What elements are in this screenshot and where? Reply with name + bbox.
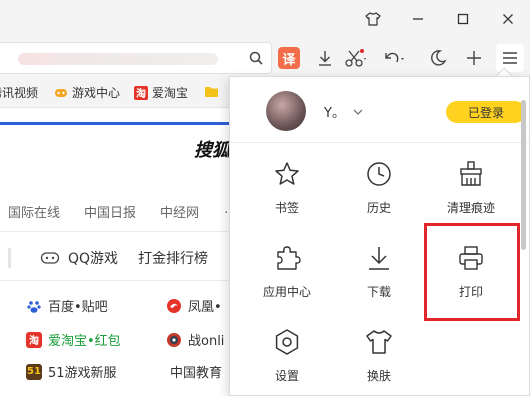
bookmark-label: 爱淘宝 [152,86,189,100]
night-mode-icon[interactable] [426,46,450,70]
nav-link[interactable]: 国际在线 [8,202,60,221]
menu-item-skin[interactable]: 换肤 [334,315,424,391]
menu-item-label: 设置 [274,369,299,383]
baidu-icon [26,298,42,314]
site-label: 战onli [188,334,225,349]
bookmark-label: 腾讯视频 [0,86,39,100]
taobao-icon: 淘 [26,331,42,348]
site-label: 爱淘宝•红包 [48,334,121,349]
bookmark-taobao[interactable]: 淘 爱淘宝 [134,84,188,101]
download-icon[interactable] [313,46,337,70]
menu-item-label: 下载 [366,285,391,299]
game-controller-icon [40,250,60,266]
maximize-button[interactable] [452,8,474,30]
toolbar: 译 [0,38,530,78]
chevron-down-icon [353,109,363,115]
menu-item-clear-traces[interactable]: 清理痕迹 [426,147,516,223]
menu-item-download[interactable]: 下载 [334,231,424,307]
menu-item-label: 换肤 [366,369,391,383]
leaderboard-label: 打金排行榜 [138,251,208,267]
star-icon [270,157,304,191]
game-icon [166,332,182,348]
site-label: 百度•贴吧 [48,300,108,315]
menu-item-label: 应用中心 [262,285,311,299]
folder-icon [204,84,218,98]
bookmark-label: 游戏中心 [72,86,121,100]
menu-icon[interactable] [496,44,524,72]
title-bar [0,0,530,38]
settings-icon [270,325,304,359]
bookmark-tencent-video[interactable]: 腾讯视频 [0,84,38,101]
menu-item-app-center[interactable]: 应用中心 [242,231,332,307]
divider [8,248,11,268]
bookmark-game-center[interactable]: 游戏中心 [54,84,120,101]
site-game[interactable]: 战onli [166,330,224,349]
address-bar[interactable] [0,42,272,74]
search-icon[interactable] [244,46,268,70]
gamepad-icon [54,86,68,100]
minimize-button[interactable] [407,8,429,30]
shirt-icon [362,325,396,359]
login-status-badge[interactable]: 已登录 [446,101,526,123]
sohu-logo: 搜狐 [194,140,230,161]
avatar[interactable] [266,91,306,131]
scrollbar[interactable] [521,96,527,396]
address-text-blurred [18,53,218,65]
site-taobao[interactable]: 淘 爱淘宝•红包 [26,330,121,349]
site-label: 51游戏新服 [48,366,117,381]
menu-item-label: 清理痕迹 [446,201,495,215]
bookmark-folder[interactable] [204,84,222,98]
qq-game-link[interactable]: QQ游戏 [40,248,118,268]
nav-link[interactable]: 中国日报 [84,202,136,221]
leaderboard-link[interactable]: 打金排行榜 [138,248,208,268]
site-china-education[interactable]: 中国教育 [170,362,222,381]
download-icon [362,241,396,275]
divider [0,280,240,281]
qq-game-label: QQ游戏 [68,251,119,267]
menu-item-label: 历史 [366,201,391,215]
clock-icon [362,157,396,191]
site-phoenix[interactable]: 凤凰• [166,296,222,315]
site-baidu[interactable]: 百度•贴吧 [26,296,108,315]
site-label: 中国教育 [170,366,223,381]
menu-item-bookmarks[interactable]: 书签 [242,147,332,223]
menu-item-label: 书签 [274,201,299,215]
translate-label: 译 [282,52,296,68]
broom-icon [454,157,488,191]
site-51game[interactable]: 51 51游戏新服 [26,362,117,381]
menu-item-history[interactable]: 历史 [334,147,424,223]
close-button[interactable] [497,8,519,30]
top-accent-line [0,122,240,125]
scissors-icon[interactable] [344,46,368,70]
game51-icon: 51 [26,363,42,380]
taobao-icon: 淘 [134,85,148,100]
add-icon[interactable] [462,46,486,70]
username-text: Y。 [324,106,345,121]
divider [0,231,240,232]
user-row[interactable]: Y。 已登录 [230,77,530,143]
username[interactable]: Y。 [324,102,363,121]
puzzle-icon [270,241,304,275]
nav-link[interactable]: 中经网 [160,202,199,221]
highlight-box [424,223,520,321]
skin-shirt-icon[interactable] [362,8,384,30]
phoenix-icon [166,298,182,314]
scrollbar-thumb[interactable] [521,100,526,250]
translate-icon[interactable]: 译 [278,47,300,69]
browser-menu: Y。 已登录 书签 历史 清理痕迹 应用中心 下载 打印 设置 换肤 [229,76,530,396]
menu-item-settings[interactable]: 设置 [242,315,332,391]
site-label: 凤凰• [188,300,222,315]
undo-icon[interactable] [382,46,406,70]
